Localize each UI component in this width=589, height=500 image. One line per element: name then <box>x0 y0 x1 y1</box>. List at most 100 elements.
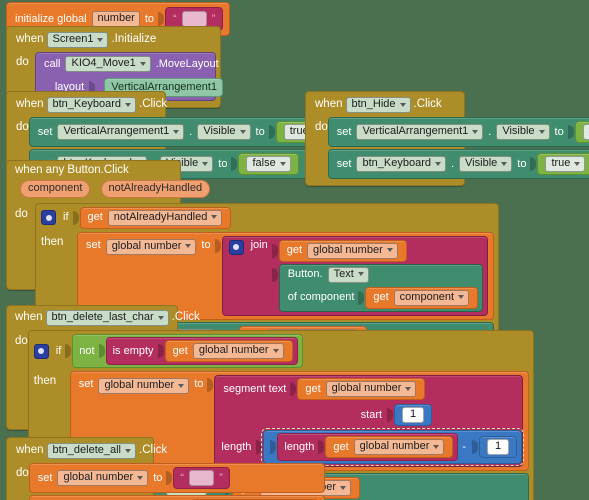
component-dropdown-btn-keyboard[interactable]: btn_Keyboard <box>46 97 136 113</box>
property-dropdown[interactable]: Visible <box>496 124 550 140</box>
dot-label: . <box>189 125 193 138</box>
chevron-down-icon <box>125 102 131 107</box>
text-string-input[interactable] <box>181 11 207 27</box>
variable-dropdown[interactable]: global number <box>325 381 417 397</box>
do-label: do <box>16 56 29 68</box>
property-dropdown[interactable]: Text <box>327 266 369 283</box>
mutator-gear-icon[interactable] <box>33 343 49 359</box>
block-text-string-empty[interactable]: “ ” <box>173 467 230 489</box>
block-logic-false[interactable]: false <box>574 121 589 143</box>
text-string-input[interactable] <box>189 470 215 486</box>
property-dropdown[interactable]: Visible <box>197 124 251 140</box>
param-notalreadyhandled[interactable]: notAlreadyHandled <box>100 179 211 198</box>
chevron-down-icon <box>272 348 279 353</box>
block-get-global-number[interactable]: get global number <box>297 378 426 400</box>
block-subtract[interactable]: length get global number - 1 <box>261 428 525 466</box>
param-component[interactable]: component <box>20 179 91 198</box>
block-text-length[interactable]: length get global number <box>277 433 459 461</box>
method-name-label: .MoveLayout <box>155 57 219 70</box>
segment-text-socket <box>290 382 297 396</box>
global-variable-name-field[interactable]: number <box>91 11 140 27</box>
chevron-down-icon <box>139 61 146 66</box>
block-logic-true[interactable]: true <box>537 153 589 175</box>
when-label: when <box>315 98 343 111</box>
block-set-verticalarrangement1-visible[interactable]: set VerticalArrangement1 . Visible to tr… <box>28 117 338 147</box>
when-label: when <box>16 98 44 111</box>
block-segment[interactable]: segment text get global number start 1 l… <box>214 375 525 467</box>
component-dropdown[interactable]: VerticalArrangement1 <box>57 124 185 140</box>
block-set-label1-text[interactable]: set Label1 . Text to get global number <box>28 495 325 500</box>
component-dropdown-screen1[interactable]: Screen1 <box>46 32 109 48</box>
value-socket <box>567 125 574 139</box>
blocks-workspace[interactable]: initialize global number to “ ” when Scr… <box>0 0 589 500</box>
variable-dropdown[interactable]: global number <box>57 470 149 486</box>
component-dropdown[interactable]: VerticalArrangement1 <box>356 124 484 140</box>
chevron-down-icon <box>97 37 104 42</box>
component-dropdown-kio4move1[interactable]: KIO4_Move1 <box>65 56 151 72</box>
event-name-label: .Initialize <box>111 33 157 46</box>
component-dropdown-btn-delete-last-char[interactable]: btn_delete_last_char <box>45 310 169 326</box>
to-label: to <box>144 12 155 25</box>
variable-dropdown[interactable]: global number <box>307 242 398 259</box>
chevron-down-icon <box>433 444 440 449</box>
when-label: when <box>15 311 43 324</box>
chevron-down-icon <box>538 129 545 134</box>
block-set-global-number-empty[interactable]: set global number to “ ” <box>28 463 325 493</box>
start-socket <box>387 408 394 422</box>
block-get-global-number[interactable]: get global number <box>325 436 454 458</box>
minus-operator-label: - <box>462 440 467 453</box>
operand-b-socket <box>472 440 479 454</box>
component-dropdown-btn-delete-all[interactable]: btn_delete_all <box>46 443 137 459</box>
block-get-notalreadyhandled[interactable]: get notAlreadyHandled <box>79 206 232 229</box>
join-arg-0: get global number <box>270 239 483 262</box>
initialize-global-label: initialize global <box>15 12 87 25</box>
generic-component-label: Button. <box>287 268 323 280</box>
component-dropdown-btn-hide[interactable]: btn_Hide <box>345 97 411 113</box>
segment-start-row: start 1 <box>215 402 522 428</box>
number-input[interactable]: 1 <box>487 439 510 455</box>
variable-dropdown[interactable]: notAlreadyHandled <box>107 209 223 226</box>
length-socket <box>256 440 263 454</box>
to-label: to <box>194 378 204 390</box>
block-logic-not[interactable]: not is empty get global number <box>72 334 303 368</box>
then-label: then <box>33 375 57 387</box>
mutator-gear-icon[interactable] <box>41 210 56 225</box>
condition-socket <box>65 344 72 358</box>
variable-dropdown[interactable]: global number <box>98 378 190 394</box>
block-number-1[interactable]: 1 <box>479 436 518 458</box>
number-input[interactable]: 1 <box>402 407 425 423</box>
variable-dropdown[interactable]: component <box>393 289 470 306</box>
to-label: to <box>554 125 564 138</box>
get-label: get <box>87 211 103 223</box>
chevron-down-icon <box>472 129 479 134</box>
chevron-down-icon <box>339 485 346 490</box>
value-socket <box>166 471 173 485</box>
variable-dropdown[interactable]: global number <box>105 238 197 255</box>
event-name-label: .Click <box>139 98 168 111</box>
chevron-down-icon <box>211 215 218 219</box>
set-label: set <box>78 378 94 390</box>
logic-dropdown[interactable]: false <box>582 124 589 140</box>
logic-dropdown[interactable]: true <box>545 156 586 172</box>
get-label: get <box>333 440 349 453</box>
variable-dropdown[interactable]: global number <box>192 343 284 359</box>
block-set-verticalarrangement1-visible[interactable]: set VerticalArrangement1 . Visible to fa… <box>327 117 589 147</box>
block-text-is-empty[interactable]: is empty get global number <box>105 337 298 365</box>
block-number-1[interactable]: 1 <box>394 404 433 426</box>
chevron-down-icon <box>125 448 132 453</box>
do-label: do <box>15 207 28 220</box>
not-socket <box>98 344 105 358</box>
start-label: start <box>360 408 383 421</box>
variable-dropdown[interactable]: global number <box>353 439 445 455</box>
join-header-row: join get global number Button. Text of c… <box>223 237 488 315</box>
statement-stack: set global number to “ ” set Label1 <box>28 463 325 500</box>
block-get-global-number[interactable]: get global number <box>164 340 293 362</box>
do-label: do <box>15 335 28 347</box>
mutator-gear-icon[interactable] <box>228 239 244 255</box>
block-when-btn-delete-all-click[interactable]: when btn_delete_all .Click do set global… <box>6 437 325 500</box>
block-get-global-number[interactable]: get global number <box>278 239 407 262</box>
block-join[interactable]: join get global number Button. Text of c… <box>221 235 489 316</box>
if-header-row: if not is empty get global number <box>29 331 533 371</box>
segment-text-row: segment text get global number <box>215 376 522 402</box>
value-socket <box>158 12 165 26</box>
